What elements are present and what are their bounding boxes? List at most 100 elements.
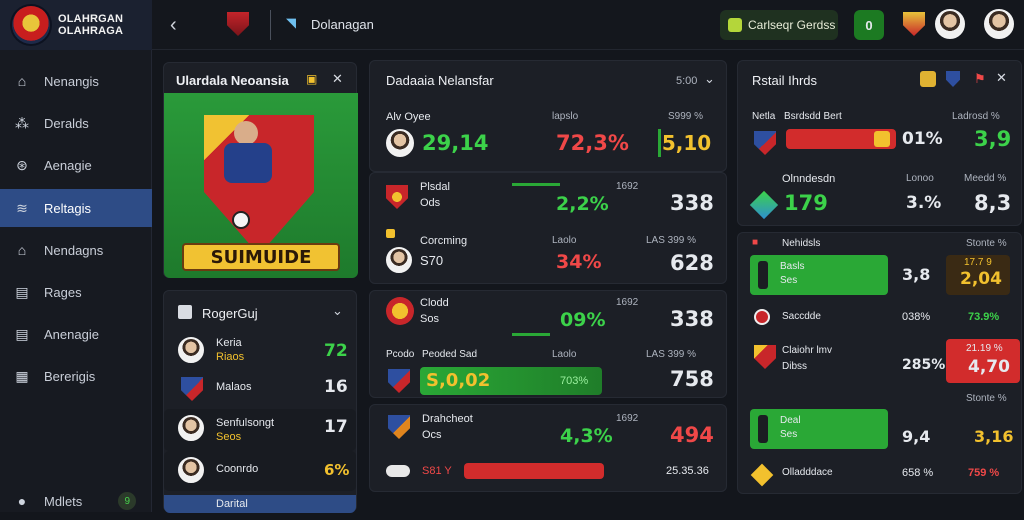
sidebar-item-8[interactable]: ▦ Bererigis bbox=[0, 357, 152, 395]
sidebar-item-label: Bererigis bbox=[44, 368, 96, 384]
team-badge-icon bbox=[388, 415, 410, 439]
card-score-box: 5,10 bbox=[658, 129, 712, 157]
match-pct: 09% bbox=[560, 309, 606, 331]
player-shirt bbox=[224, 143, 272, 183]
account-pill[interactable]: Carlseqr Gerdss bbox=[720, 10, 838, 40]
match-card[interactable]: Drahcheot Ocs 4,3% 1692 494 S81 Y 25.35.… bbox=[369, 404, 727, 492]
star-icon[interactable]: ▣ bbox=[306, 72, 317, 86]
row-head: Ladrosd % bbox=[952, 111, 1000, 122]
avatar[interactable] bbox=[984, 9, 1014, 39]
match-card[interactable]: Plsdal Ods 2,2% 1692 338 Corcming S70 La… bbox=[369, 172, 727, 284]
hero-image: SUIMUIDE bbox=[164, 93, 358, 278]
club-badge-icon[interactable] bbox=[227, 12, 249, 36]
player-head bbox=[234, 121, 258, 145]
bottle-icon bbox=[758, 261, 768, 289]
list-row-green[interactable]: Deal Ses bbox=[750, 409, 888, 449]
match-sub: Sos bbox=[420, 313, 439, 325]
list-score: 759 % bbox=[968, 467, 1000, 479]
list-name: Deal bbox=[780, 415, 801, 426]
players-panel: RogerGuj ⌄ Keria Riaos 72 Malaos 16 Senf… bbox=[163, 290, 357, 513]
list-score: 73.9% bbox=[968, 311, 1000, 323]
list-score: 4,70 bbox=[968, 357, 1010, 377]
team-crest-icon bbox=[386, 297, 414, 325]
back-icon[interactable]: ‹ bbox=[170, 14, 177, 37]
football-icon bbox=[232, 211, 250, 229]
list-head: Nehidsls bbox=[782, 238, 821, 249]
center-title: Dadaaia Nelansfar bbox=[386, 73, 494, 88]
player-value: 72 bbox=[324, 341, 348, 361]
tab-label[interactable]: Dolanagan bbox=[311, 17, 374, 32]
close-icon[interactable]: ✕ bbox=[996, 70, 1007, 86]
gem-icon bbox=[749, 190, 779, 220]
list-score-box: 17.7 9 2,04 bbox=[946, 255, 1010, 295]
avatar bbox=[178, 415, 204, 441]
players-title: RogerGuj bbox=[202, 306, 258, 321]
list-row-green[interactable]: Basls Ses bbox=[750, 255, 888, 295]
player-value: 6% bbox=[324, 461, 350, 479]
brand-text: OLAHRGAN OLAHRAGA bbox=[58, 13, 123, 37]
flag-icon[interactable]: ⚑ bbox=[974, 71, 986, 87]
chevron-down-icon[interactable]: ⌄ bbox=[332, 303, 343, 319]
match-bar-value: S,0,02 bbox=[426, 370, 491, 391]
player-name: Keria bbox=[216, 337, 242, 349]
divider bbox=[270, 10, 271, 40]
match-sub: Ocs bbox=[422, 429, 442, 441]
crest-logo-icon bbox=[12, 6, 50, 44]
match-head: 1692 bbox=[616, 413, 639, 424]
list-pct: 285% bbox=[902, 357, 946, 373]
list-score: 3,16 bbox=[974, 427, 1014, 446]
list-name: Saccdde bbox=[782, 311, 821, 322]
card-head: lapslo bbox=[552, 111, 579, 122]
account-pill-label: Carlseqr Gerdss bbox=[748, 18, 836, 32]
list-name: Olladddace bbox=[782, 467, 833, 478]
user-icon: ● bbox=[17, 493, 27, 509]
sidebar-item-2[interactable]: ⁂ Deralds bbox=[0, 104, 152, 142]
card-head: S999 % bbox=[668, 111, 704, 122]
time-select[interactable]: 5:00 bbox=[676, 75, 697, 87]
list-tag: 21.19 % bbox=[966, 343, 1003, 354]
sidebar-item-label: Reltagis bbox=[44, 200, 91, 216]
team-crest-icon[interactable] bbox=[903, 12, 925, 36]
match-card[interactable]: Clodd Sos 09% 1692 338 Pcodo Peoded Sad … bbox=[369, 290, 727, 398]
match-name: Drahcheot bbox=[422, 413, 473, 425]
avatar[interactable] bbox=[935, 9, 965, 39]
player-name: Malaos bbox=[216, 381, 252, 393]
house-icon: ⌂ bbox=[17, 242, 27, 258]
list-head: Stonte % bbox=[966, 393, 1007, 404]
sidebar-item-1[interactable]: ⌂ Nenangis bbox=[0, 62, 152, 100]
avatar bbox=[386, 247, 412, 273]
pill-count[interactable]: 0 bbox=[854, 10, 884, 40]
compass-icon: ⊛ bbox=[16, 156, 28, 173]
sidebar-item-5[interactable]: ⌂ Nendagns bbox=[0, 231, 152, 269]
right-list-panel: ■ Nehidsls Stonte % Basls Ses 3,8 17.7 9… bbox=[737, 232, 1022, 494]
sidebar-item-3[interactable]: ⊛ Aenagie bbox=[0, 146, 152, 184]
team-badge-icon bbox=[754, 131, 776, 155]
sidebar-item-7[interactable]: ▤ Anenagie bbox=[0, 315, 152, 353]
player-row-selected[interactable]: Darital bbox=[164, 495, 356, 513]
brand[interactable]: OLAHRGAN OLAHRAGA bbox=[0, 0, 152, 50]
match-score: 338 bbox=[670, 191, 714, 215]
heart-icon bbox=[874, 131, 890, 147]
sidebar-item-6[interactable]: ▤ Rages bbox=[0, 273, 152, 311]
close-icon[interactable]: ✕ bbox=[332, 71, 343, 87]
match-name: Pcodo bbox=[386, 349, 415, 360]
chevron-down-icon[interactable]: ⌄ bbox=[704, 71, 715, 87]
card-label: Alv Oyee bbox=[386, 111, 431, 123]
match-head: LAS 399 % bbox=[646, 349, 697, 360]
top-bar: ‹ ◥ Dolanagan Carlseqr Gerdss 0 bbox=[152, 0, 1024, 50]
match-head: 1692 bbox=[616, 181, 639, 192]
badge-icon[interactable] bbox=[920, 71, 936, 87]
flag-icon[interactable] bbox=[946, 71, 960, 87]
sidebar-footer[interactable]: ● Mdlets 9 bbox=[0, 482, 152, 520]
row-label: Olnndesdn bbox=[782, 173, 836, 185]
trend-line bbox=[512, 183, 560, 186]
player-row[interactable]: Senfulsongt Seos 17 bbox=[164, 409, 356, 451]
sidebar-item-label: Nenangis bbox=[44, 73, 99, 89]
match-head: Laolo bbox=[552, 235, 577, 246]
hero-panel: Ulardala Neoansia ▣ ✕ ⌕ SUIMUIDE bbox=[163, 62, 358, 278]
sidebar-item-4[interactable]: ≋ Reltagis bbox=[0, 189, 152, 227]
list-score: 2,04 bbox=[960, 269, 1002, 289]
sidebar-item-label: Aenagie bbox=[44, 157, 92, 173]
player-row[interactable]: Coonrdo 6% bbox=[164, 451, 356, 491]
sidebar-item-label: Anenagie bbox=[44, 326, 99, 342]
